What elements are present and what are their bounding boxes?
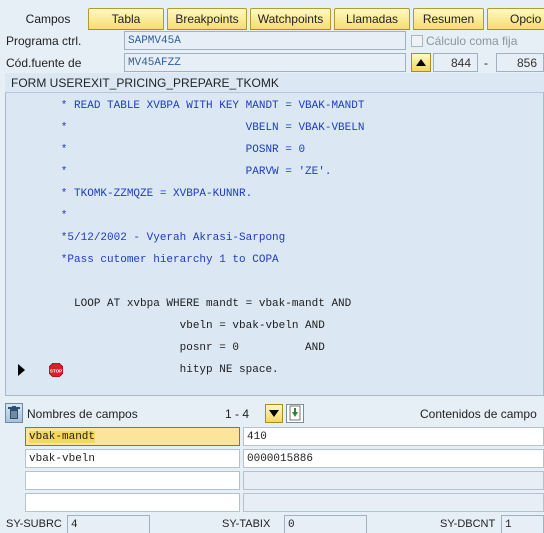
code-line: * xyxy=(8,210,68,222)
stop-breakpoint-icon[interactable]: STOP xyxy=(49,363,63,377)
fixed-point-checkbox[interactable] xyxy=(411,35,423,47)
field-range-label: 1 - 4 xyxy=(225,407,250,421)
field-contents-label: Contenidos de campo xyxy=(420,407,537,421)
scroll-down-button[interactable] xyxy=(265,404,283,423)
last-page-button[interactable] xyxy=(286,404,304,423)
sy-dbcnt-label: SY-DBCNT xyxy=(440,518,496,530)
code-line: * READ TABLE XVBPA WITH KEY MANDT = VBAK… xyxy=(8,100,365,112)
program-label: Programa ctrl. xyxy=(6,34,82,48)
code-line: * POSNR = 0 xyxy=(8,144,306,156)
page-down-icon xyxy=(289,405,301,421)
code-line: *5/12/2002 - Vyerah Akrasi-Sarpong xyxy=(8,232,286,244)
code-line: vbeln = vbak-vbeln AND xyxy=(8,320,325,332)
fixed-point-label: Cálculo coma fija xyxy=(426,34,518,48)
field-name-input-3[interactable] xyxy=(25,471,240,490)
line-separator: - xyxy=(484,56,488,70)
code-line: * VBELN = VBAK-VBELN xyxy=(8,122,365,134)
code-line: * TKOMK-ZZMQZE = XVBPA-KUNNR. xyxy=(8,188,253,200)
line-from-field: 844 xyxy=(433,53,478,72)
svg-text:STOP: STOP xyxy=(50,369,62,374)
field-value-input-4[interactable] xyxy=(243,493,544,512)
arrow-up-icon xyxy=(416,59,426,66)
program-field: SAPMV45A xyxy=(124,31,406,50)
sy-subrc-label: SY-SUBRC xyxy=(6,518,62,530)
line-to-field: 856 xyxy=(496,53,544,72)
arrow-down-icon xyxy=(269,410,279,417)
code-line: *Pass cutomer hierarchy 1 to COPA xyxy=(8,254,279,266)
field-name-text: vbak-mandt xyxy=(29,431,96,443)
tab-llamadas[interactable]: Llamadas xyxy=(334,8,410,30)
field-value-input-3[interactable] xyxy=(243,471,544,490)
source-label: Cód.fuente de xyxy=(6,56,82,70)
tab-breakpoints[interactable]: Breakpoints xyxy=(167,8,247,30)
field-name-input-1[interactable]: vbak-mandt xyxy=(25,427,240,446)
code-lines: * READ TABLE XVBPA WITH KEY MANDT = VBAK… xyxy=(8,95,542,381)
sy-tabix-label: SY-TABIX xyxy=(222,518,271,530)
code-header: FORM USEREXIT_PRICING_PREPARE_TKOMK xyxy=(5,73,544,93)
sy-subrc-field: 4 xyxy=(67,515,150,533)
tab-watchpoints[interactable]: Watchpoints xyxy=(250,8,331,30)
field-name-input-4[interactable] xyxy=(25,493,240,512)
field-value-input-2[interactable]: 0000015886 xyxy=(243,449,544,468)
code-line: LOOP AT xvbpa WHERE mandt = vbak-mandt A… xyxy=(8,298,352,310)
trash-icon xyxy=(8,406,20,419)
field-value-input-1[interactable]: 410 xyxy=(243,427,544,446)
tab-bar: Campos Tabla Breakpoints Watchpoints Lla… xyxy=(0,0,544,34)
source-field: MV45AFZZ xyxy=(124,53,406,72)
trash-button[interactable] xyxy=(5,403,23,423)
scroll-up-button[interactable] xyxy=(411,53,431,72)
current-line-arrow-icon xyxy=(18,364,25,376)
code-line: posnr = 0 AND xyxy=(8,342,325,354)
sy-tabix-field: 0 xyxy=(284,515,367,533)
field-names-label: Nombres de campos xyxy=(27,407,138,421)
field-name-input-2[interactable]: vbak-vbeln xyxy=(25,449,240,468)
tab-tabla[interactable]: Tabla xyxy=(88,8,164,30)
sy-dbcnt-field: 1 xyxy=(501,515,544,533)
code-line: * PARVW = 'ZE'. xyxy=(8,166,332,178)
tab-campos[interactable]: Campos xyxy=(8,8,88,30)
code-line: hityp NE space. xyxy=(8,364,279,376)
tab-resumen[interactable]: Resumen xyxy=(413,8,484,30)
tab-opciones[interactable]: Opcio xyxy=(487,8,544,30)
